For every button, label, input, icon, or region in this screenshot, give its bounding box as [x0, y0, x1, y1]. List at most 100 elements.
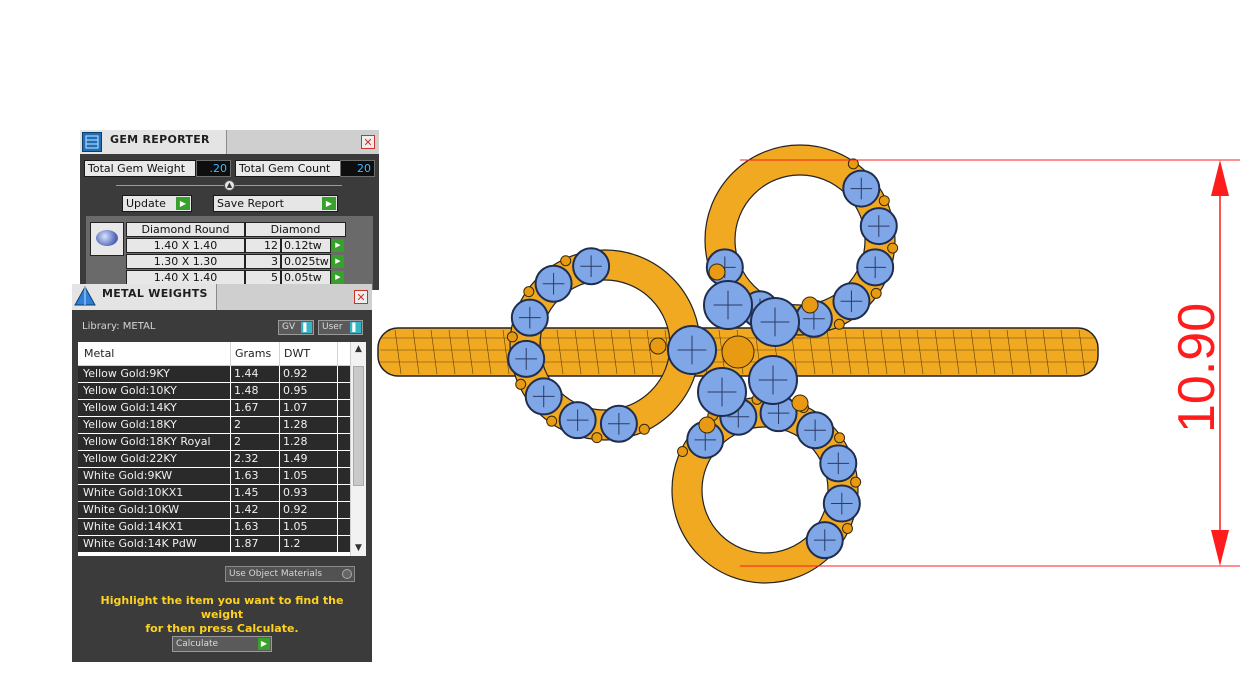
metal-weights-panel: METAL WEIGHTS ✕ Library: METAL GV ▌ User… — [72, 284, 372, 662]
gem-row-weight: 0.12tw — [281, 238, 331, 253]
metal-name: White Gold:14K PdW — [83, 537, 197, 550]
metal-row[interactable]: Yellow Gold:18KY Royal 2 1.28 — [78, 434, 350, 451]
cell-separator — [337, 485, 338, 502]
metal-weights-title: METAL WEIGHTS — [102, 287, 208, 300]
metal-grams: 1.87 — [234, 537, 259, 550]
save-report-button[interactable]: Save Report ▶ — [213, 195, 338, 212]
update-button[interactable]: Update ▶ — [122, 195, 192, 212]
gem-row-count: 5 — [245, 270, 281, 285]
collapse-toggle-icon[interactable]: ▲ — [224, 180, 235, 191]
metal-row[interactable]: Yellow Gold:10KY 1.48 0.95 — [78, 383, 350, 400]
cell-separator — [230, 366, 231, 383]
cell-separator — [230, 468, 231, 485]
gem-reporter-icon — [82, 132, 102, 152]
metal-dwt: 1.2 — [283, 537, 301, 550]
cell-separator — [279, 400, 280, 417]
metal-grams: 1.48 — [234, 384, 259, 397]
use-object-materials-option[interactable]: Use Object Materials — [225, 566, 355, 582]
cell-separator — [337, 417, 338, 434]
gem-header-shape: Diamond Round — [126, 222, 245, 237]
instruction-line-2: for then press Calculate. — [145, 622, 299, 635]
calculate-button[interactable]: Calculate ▶ — [172, 636, 272, 652]
cell-separator — [279, 536, 280, 553]
cell-separator — [230, 485, 231, 502]
column-header-grams[interactable]: Grams — [235, 347, 271, 360]
gem-reporter-title: GEM REPORTER — [110, 133, 210, 146]
cell-separator — [279, 417, 280, 434]
metal-row[interactable]: White Gold:14KX1 1.63 1.05 — [78, 519, 350, 536]
cell-separator — [337, 366, 338, 383]
metal-name: White Gold:10KX1 — [83, 486, 184, 499]
gem-row-size[interactable]: 1.40 X 1.40 — [126, 238, 245, 253]
metal-row[interactable]: Yellow Gold:22KY 2.32 1.49 — [78, 451, 350, 468]
cell-separator — [337, 383, 338, 400]
cell-separator — [337, 536, 338, 553]
metal-grams: 1.67 — [234, 401, 259, 414]
gv-toggle-label: GV — [282, 322, 296, 332]
metal-name: Yellow Gold:10KY — [83, 384, 177, 397]
metal-row[interactable]: White Gold:9KW 1.63 1.05 — [78, 468, 350, 485]
column-header-metal[interactable]: Metal — [84, 347, 114, 360]
metal-name: Yellow Gold:14KY — [83, 401, 177, 414]
cell-separator — [230, 383, 231, 400]
metal-grams: 1.45 — [234, 486, 259, 499]
cell-separator — [279, 451, 280, 468]
gem-reporter-titlebar[interactable]: GEM REPORTER ✕ — [80, 130, 379, 154]
user-toggle[interactable]: User ▌ — [318, 320, 363, 335]
gem-row-count: 3 — [245, 254, 281, 269]
row-divider — [78, 552, 350, 553]
update-arrow-icon: ▶ — [176, 197, 190, 210]
metal-name: Yellow Gold:22KY — [83, 452, 177, 465]
column-separator — [337, 342, 338, 365]
use-object-materials-label: Use Object Materials — [229, 569, 323, 579]
metal-row[interactable]: Yellow Gold:9KY 1.44 0.92 — [78, 366, 350, 383]
cell-separator — [337, 400, 338, 417]
metal-grams: 1.63 — [234, 520, 259, 533]
cell-separator — [279, 366, 280, 383]
metal-dwt: 1.05 — [283, 469, 308, 482]
gv-toggle[interactable]: GV ▌ — [278, 320, 314, 335]
metal-dwt: 0.92 — [283, 503, 308, 516]
scroll-down-icon[interactable]: ▼ — [351, 541, 366, 556]
gem-row-arrow-icon[interactable]: ▶ — [332, 239, 344, 252]
metal-row[interactable]: White Gold:10KW 1.42 0.92 — [78, 502, 350, 519]
metal-grams: 2.32 — [234, 452, 259, 465]
cell-separator — [279, 383, 280, 400]
metal-weights-titlebar[interactable]: METAL WEIGHTS ✕ — [72, 284, 372, 310]
metal-row[interactable]: White Gold:10KX1 1.45 0.93 — [78, 485, 350, 502]
metal-weights-close-icon[interactable]: ✕ — [354, 290, 368, 304]
metal-name: White Gold:14KX1 — [83, 520, 184, 533]
diamond-round-thumbnail — [90, 222, 124, 256]
library-label: Library: METAL — [82, 321, 156, 332]
column-header-dwt[interactable]: DWT — [284, 347, 310, 360]
metal-grams: 2 — [234, 418, 241, 431]
metal-row[interactable]: Yellow Gold:14KY 1.67 1.07 — [78, 400, 350, 417]
metal-dwt: 1.28 — [283, 418, 308, 431]
metal-table-scrollbar[interactable]: ▲ ▼ — [350, 342, 366, 556]
gem-row-size[interactable]: 1.30 X 1.30 — [126, 254, 245, 269]
gem-row-size[interactable]: 1.40 X 1.40 — [126, 270, 245, 285]
total-gem-weight-label: Total Gem Weight — [84, 160, 196, 177]
save-report-arrow-icon: ▶ — [322, 197, 336, 210]
column-separator — [279, 342, 280, 365]
gem-row-arrow-icon[interactable]: ▶ — [332, 271, 344, 284]
metal-weights-title-tab: METAL WEIGHTS — [72, 284, 217, 310]
gem-row-weight: 0.025tw — [281, 254, 331, 269]
gem-table: Diamond Round Diamond 1.40 X 1.40 12 0.1… — [86, 216, 373, 290]
metal-table: Metal Grams DWT Yellow Gold:9KY 1.44 0.92 Y… — [78, 342, 366, 556]
user-toggle-indicator-icon: ▌ — [350, 322, 361, 333]
metal-grams: 2 — [234, 435, 241, 448]
metal-row[interactable]: White Gold:14K PdW 1.87 1.2 — [78, 536, 350, 553]
gem-row-arrow-icon[interactable]: ▶ — [332, 255, 344, 268]
cell-separator — [230, 502, 231, 519]
metal-name: Yellow Gold:18KY Royal — [83, 435, 211, 448]
scroll-thumb[interactable] — [353, 366, 364, 486]
metal-dwt: 0.95 — [283, 384, 308, 397]
gem-reporter-close-icon[interactable]: ✕ — [361, 135, 375, 149]
metal-row[interactable]: Yellow Gold:18KY 2 1.28 — [78, 417, 350, 434]
metal-name: White Gold:9KW — [83, 469, 173, 482]
cell-separator — [337, 434, 338, 451]
scroll-up-icon[interactable]: ▲ — [351, 342, 366, 357]
use-object-materials-radio[interactable] — [342, 569, 352, 579]
gem-reporter-title-tab: GEM REPORTER — [80, 130, 227, 154]
